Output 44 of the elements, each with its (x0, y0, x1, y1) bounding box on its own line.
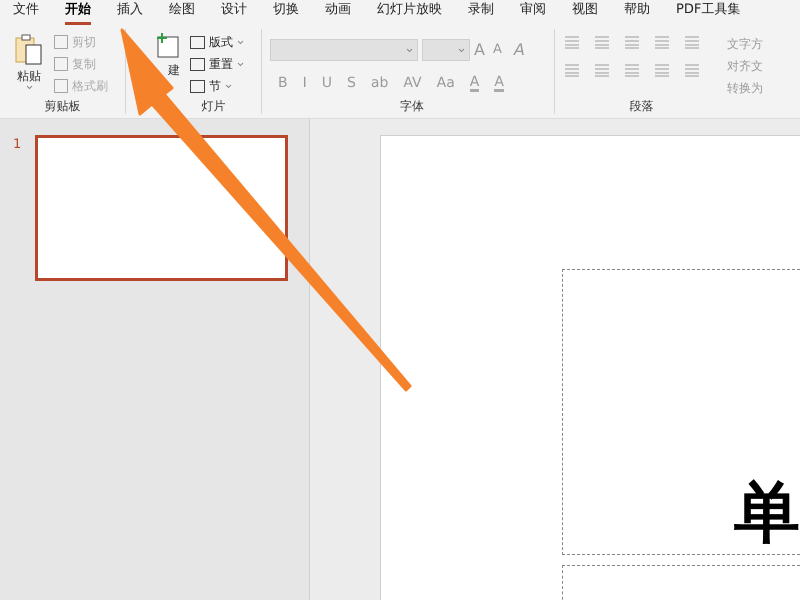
ribbon-tab[interactable]: 设计 (221, 0, 247, 25)
align-icon[interactable] (653, 63, 671, 77)
dropdown-caret-icon (406, 48, 413, 52)
ribbon-tab[interactable]: 切换 (273, 0, 299, 25)
indent-icon[interactable] (653, 35, 671, 49)
group-label: 段落 (630, 98, 654, 115)
dropdown-caret-icon (458, 48, 465, 52)
group-label: 灯片 (202, 98, 226, 115)
line-spacing-icon[interactable] (683, 35, 701, 49)
ribbon-tab[interactable]: 文件 (13, 0, 39, 25)
ribbon-tab[interactable]: PDF工具集 (676, 0, 740, 25)
slide-thumbnail[interactable] (35, 135, 288, 281)
align-icon[interactable] (593, 63, 611, 77)
align-icon[interactable] (563, 63, 581, 77)
slide-command[interactable]: 版式 (190, 33, 244, 51)
ribbon-tab[interactable]: 录制 (468, 0, 494, 25)
ribbon-tab[interactable]: 幻灯片放映 (377, 0, 442, 25)
ribbon-tab[interactable]: 绘图 (169, 0, 195, 25)
slide-command[interactable]: 节 (190, 77, 244, 95)
ribbon-tab[interactable]: 审阅 (520, 0, 546, 25)
group-label: 剪贴板 (44, 98, 80, 115)
slide-command[interactable]: 重置 (190, 55, 244, 73)
indent-icon[interactable] (623, 35, 641, 49)
font-name-field[interactable] (270, 39, 418, 61)
paste-button[interactable]: 粘贴 (14, 33, 44, 97)
ribbon-tab[interactable]: 视图 (572, 0, 598, 25)
dropdown-caret-icon (237, 62, 244, 66)
dropdown-caret-icon (225, 84, 232, 88)
new-slide-button[interactable]: 建 (168, 61, 180, 79)
slide-number: 1 (13, 136, 22, 154)
bullets-icon[interactable] (563, 35, 581, 49)
ribbon-tab[interactable]: 动画 (325, 0, 351, 25)
ribbon-tab[interactable]: 插入 (117, 0, 143, 25)
clipboard-icon (14, 33, 44, 65)
font-size-field[interactable] (422, 39, 470, 61)
new-slide-icon[interactable] (154, 33, 180, 59)
slide-title: 单 (734, 480, 800, 546)
dropdown-caret-icon (237, 40, 244, 44)
numbering-icon[interactable] (593, 35, 611, 49)
align-icon[interactable] (623, 63, 641, 77)
dropdown-caret-icon (26, 85, 32, 90)
columns-icon[interactable] (683, 63, 701, 77)
ribbon-tab[interactable]: 帮助 (624, 0, 650, 25)
group-label: 字体 (400, 98, 424, 115)
